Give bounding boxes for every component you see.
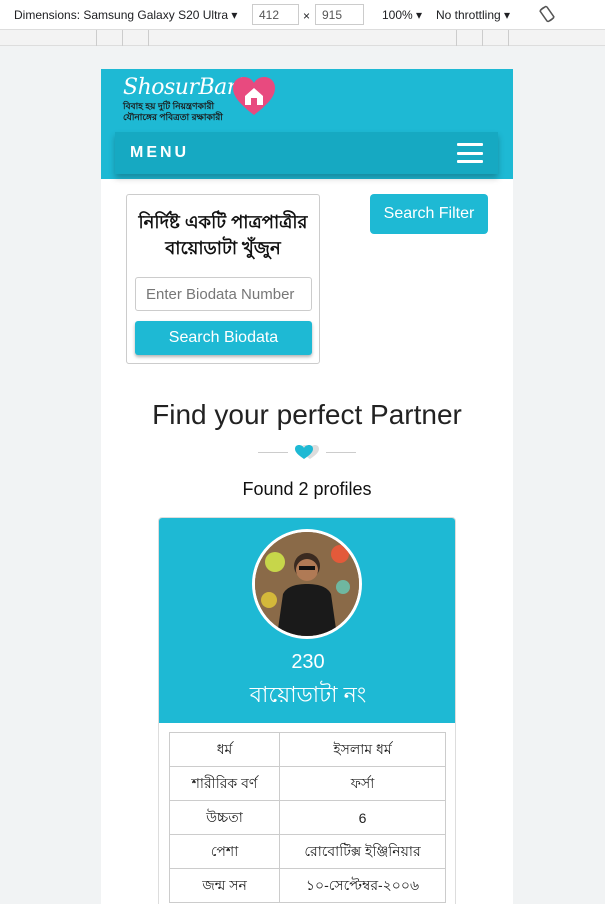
row-value: 6 [279,800,446,835]
profile-card-header: 230 বায়োডাটা নং [159,518,455,723]
row-key: পেশা [169,834,280,869]
table-row: ধর্ম ইসলাম ধর্ম [169,732,446,767]
search-biodata-button[interactable]: Search Biodata [135,321,312,355]
table-row: উচ্চতা 6 [169,800,446,835]
biodata-search-card: নির্দিষ্ট একটি পাত্রপাত্রীর বায়োডাটা খু… [126,194,320,364]
viewport-width-input[interactable]: 412 [252,4,299,25]
site-header: ShosurBari বিবাহ হয় দুটি নিয়ন্ত্রণকারী… [101,69,513,179]
row-key: উচ্চতা [169,800,280,835]
biodata-number: 230 [291,651,325,673]
profile-photo [255,532,359,636]
search-card-title: নির্দিষ্ট একটি পাত্রপাত্রীর বায়োডাটা খু… [138,212,308,258]
logo-heart-home-icon [233,77,275,115]
profiles-found-count: Found 2 profiles [242,479,372,499]
row-value: ফর্সা [279,766,446,801]
logo-text[interactable]: ShosurBari [123,75,244,100]
hamburger-menu-icon[interactable] [457,143,483,163]
row-key: জন্ম সন [169,868,280,903]
profile-card[interactable]: 230 বায়োডাটা নং ধর্ম ইসলাম ধর্ম শারীরিক … [158,517,456,904]
biodata-number-label: বায়োডাটা নং [249,682,367,707]
throttling-select[interactable]: No throttling ▾ [436,8,510,22]
viewport-height-input[interactable]: 915 [315,4,364,25]
profile-avatar[interactable] [252,529,362,639]
row-key: ধর্ম [169,732,280,767]
zoom-select[interactable]: 100% ▾ [382,8,422,22]
row-value: ইসলাম ধর্ম [279,732,446,767]
mobile-viewport: ShosurBari বিবাহ হয় দুটি নিয়ন্ত্রণকারী… [101,69,513,904]
biodata-number-input[interactable] [135,277,312,311]
devtools-toolbar: Dimensions: Samsung Galaxy S20 Ultra ▾ 4… [0,0,605,30]
menu-bar[interactable]: MENU [115,132,498,174]
row-value: রোবোটিক্স ইঞ্জিনিয়ার [279,834,446,869]
times-sign: × [303,9,311,23]
section-title: Find your perfect Partner [152,399,462,430]
menu-label: MENU [130,144,190,161]
row-value: ১০-সেপ্টেম্বর-২০০৬ [279,868,446,903]
logo-tagline-2: যৌনাঙ্গের পবিত্রতা রক্ষাকারী [123,112,223,122]
row-key: শারীরিক বর্ণ [169,766,280,801]
rotate-icon[interactable] [538,5,556,23]
table-row: জন্ম সন ১০-সেপ্টেম্বর-২০০৬ [169,868,446,903]
table-row: পেশা রোবোটিক্স ইঞ্জিনিয়ার [169,834,446,869]
search-filter-button[interactable]: Search Filter [370,194,488,234]
profile-info-table: ধর্ম ইসলাম ধর্ম শারীরিক বর্ণ ফর্সা উচ্চতা 6… [169,732,446,903]
media-query-ruler [0,30,605,46]
table-row: শারীরিক বর্ণ ফর্সা [169,766,446,801]
heart-divider [258,445,356,459]
double-heart-icon [295,445,319,459]
device-dimensions-select[interactable]: Dimensions: Samsung Galaxy S20 Ultra ▾ [14,8,237,22]
